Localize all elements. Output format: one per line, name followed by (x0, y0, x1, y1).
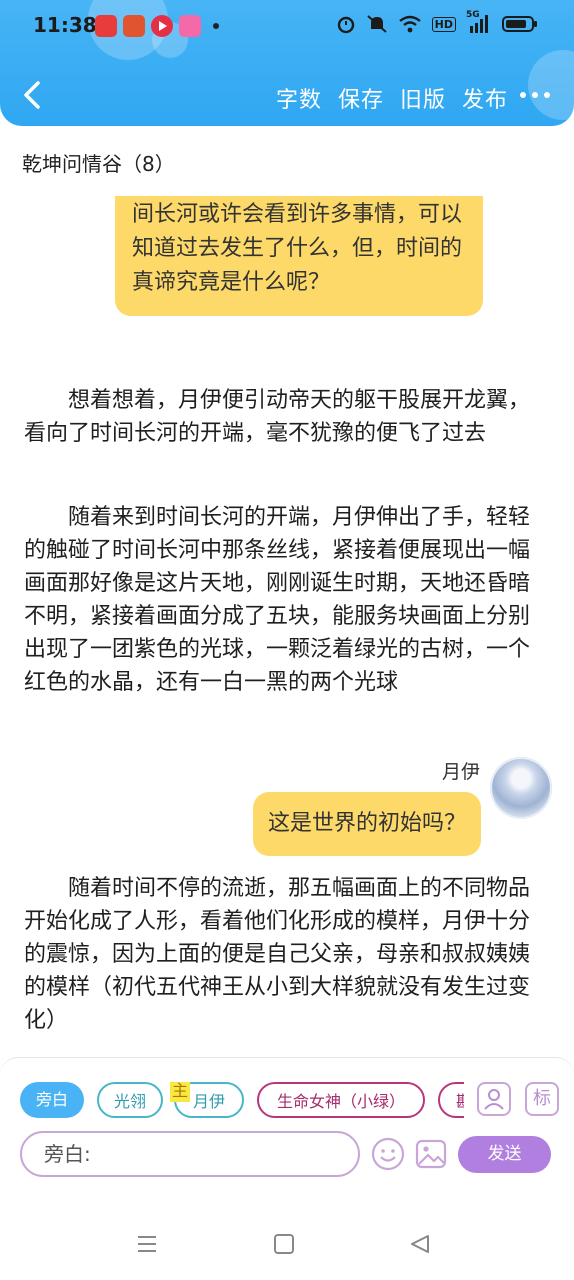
more-options-icon[interactable] (520, 92, 550, 98)
toutiao-icon (95, 15, 117, 37)
avatar[interactable] (490, 757, 552, 819)
system-nav-bar (0, 1210, 574, 1280)
send-button[interactable]: 发送 (458, 1136, 551, 1173)
notification-icons (95, 15, 219, 37)
main-character-tag: 主 (170, 1082, 191, 1102)
add-character-icon[interactable] (477, 1082, 511, 1116)
narration-paragraph[interactable]: 随着来到时间长河的开端，月伊伸出了手，轻轻的触碰了时间长河中那条丝线，紧接着便展… (24, 501, 540, 699)
back-nav-icon[interactable] (408, 1232, 432, 1260)
mute-icon (366, 14, 388, 34)
more-notifications-dot (213, 23, 219, 29)
story-content[interactable]: 时间长河连串古今与未来，通过时间长河或许会看到许多事情，可以知道过去发生了什么，… (0, 196, 574, 1058)
alarm-icon (336, 14, 356, 34)
speaker-name: 月伊 (441, 761, 480, 783)
narration-paragraph[interactable]: 随着时间不停的流逝，那五幅画面上的不同物品开始化成了人形，看着他们化形成的模样，… (24, 872, 540, 1037)
tag-button[interactable]: 标 (525, 1082, 559, 1116)
battery-icon (502, 15, 538, 33)
signal-5g-icon: 5G (466, 10, 492, 34)
chip-narration[interactable]: 旁白 (20, 1082, 84, 1118)
bilibili-icon (179, 15, 201, 37)
clock: 11:38 (33, 13, 97, 37)
chip-character[interactable]: 斟 (438, 1082, 464, 1118)
recent-apps-icon[interactable] (135, 1232, 159, 1260)
header-actions: 字数 保存 旧版 发布 (276, 82, 508, 114)
save-button[interactable]: 保存 (338, 82, 384, 114)
chip-character[interactable]: 生命女神（小绿） (257, 1082, 425, 1118)
chip-character[interactable]: 光翎 (97, 1082, 163, 1118)
old-version-button[interactable]: 旧版 (400, 82, 446, 114)
publish-button[interactable]: 发布 (462, 82, 508, 114)
back-icon[interactable] (18, 78, 48, 112)
narration-paragraph[interactable]: 想着想着，月伊便引动帝天的躯干股展开龙翼，看向了时间长河的开端，毫不犹豫的便飞了… (24, 384, 540, 450)
word-count-button[interactable]: 字数 (276, 82, 322, 114)
video-icon (151, 15, 173, 37)
speech-bubble[interactable]: 时间长河连串古今与未来，通过时间长河或许会看到许多事情，可以知道过去发生了什么，… (115, 196, 483, 316)
content-input[interactable]: 旁白: (20, 1131, 360, 1177)
status-bar: 11:38 HD 5G (0, 0, 574, 52)
image-icon[interactable] (413, 1136, 449, 1172)
emoji-icon[interactable] (370, 1136, 406, 1172)
wifi-icon (398, 15, 422, 33)
app-icon (123, 15, 145, 37)
system-icons: HD 5G (336, 10, 538, 34)
nav-bar: 字数 保存 旧版 发布 (0, 66, 574, 126)
speech-bubble[interactable]: 这是世界的初始吗？ (253, 792, 481, 856)
character-chips: 旁白 光翎 月伊 主 生命女神（小绿） 斟 (20, 1082, 464, 1122)
chapter-title: 乾坤问情谷（8） (22, 152, 175, 176)
header-bar: 11:38 HD 5G 字数 保存 旧版 发布 (0, 0, 574, 126)
home-icon[interactable] (272, 1232, 296, 1260)
hd-icon: HD (431, 16, 456, 32)
